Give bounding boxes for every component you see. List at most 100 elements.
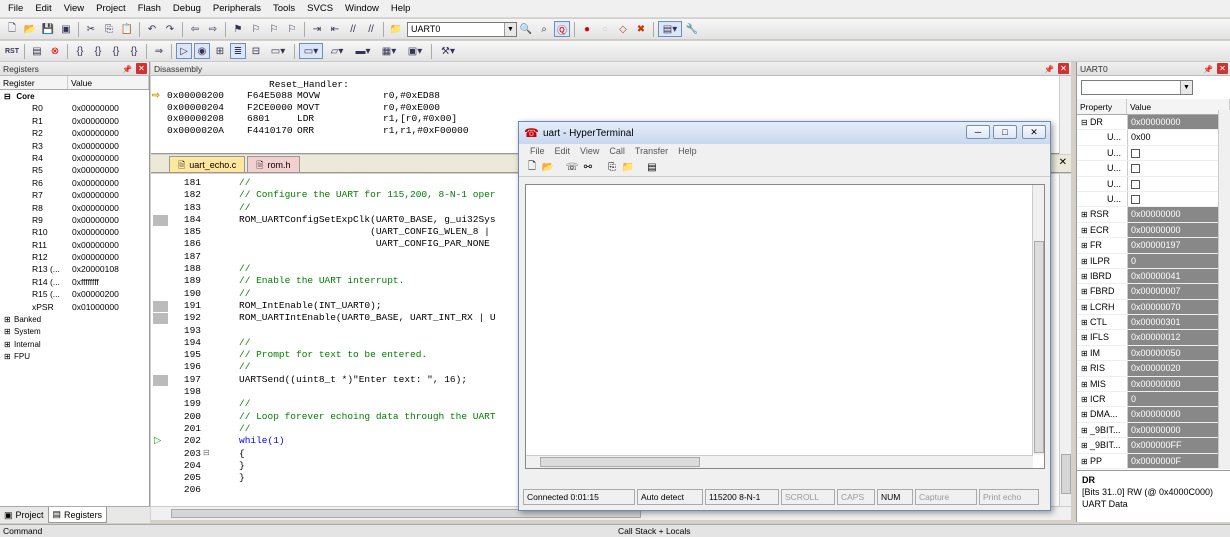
disable-breakpoint-icon[interactable]: ○ [597,21,613,37]
uart-register-value[interactable]: 0x00000070 [1127,299,1230,315]
bookmark-clear-icon[interactable]: ⚐ [284,21,300,37]
register-row[interactable]: R0 0x00000000 [0,102,149,114]
register-row[interactable]: R8 0x00000000 [0,202,149,214]
expand-icon[interactable]: ⊞ [1081,457,1090,466]
expand-icon[interactable]: ⊞ [1081,241,1090,250]
expand-icon[interactable]: ⊞ [1081,380,1090,389]
properties-icon[interactable]: ▤ [645,161,659,175]
toolbox-icon[interactable]: ⚒▾ [436,43,460,59]
expand-icon[interactable]: ⊞ [4,326,14,338]
call-stack-icon[interactable]: ⊟ [248,43,264,59]
pin-icon[interactable]: 📌 [1044,63,1054,77]
register-row[interactable]: R11 0x00000000 [0,239,149,251]
terminal-hscrollbar[interactable] [526,455,1033,468]
uart-register-value[interactable]: 0x00000050 [1127,345,1230,361]
uart-register-row[interactable]: ⊞ _9BIT... 0x000000FF [1077,438,1230,454]
uart-peripheral-combo[interactable]: ▼ [1081,80,1193,95]
debug-session-icon[interactable]: Ⓠ [554,21,570,37]
uart-register-value[interactable]: 0x00000301 [1127,315,1230,330]
editor-vscrollbar[interactable] [1059,174,1071,506]
uart-register-value[interactable]: 0x00000041 [1127,268,1230,284]
register-row[interactable]: R7 0x00000000 [0,189,149,201]
maximize-button[interactable]: □ [993,125,1017,139]
disassembly-line[interactable]: ⇨ 0x00000200 F64E5088 MOVW r0,#0xED88 [151,90,1071,101]
expand-icon[interactable]: ⊞ [4,351,14,363]
pin-icon[interactable]: 📌 [122,63,132,77]
register-row[interactable]: xPSR 0x01000000 [0,301,149,313]
expand-icon[interactable]: ⊞ [1081,364,1090,373]
menu-item-debug[interactable]: Debug [167,0,207,18]
expand-icon[interactable]: ⊞ [1081,287,1090,296]
bookmark-icon[interactable]: ⚑ [230,21,246,37]
breakpoint-marker[interactable] [153,214,168,226]
uart-register-value[interactable]: 0x00000000 [1127,407,1230,422]
undo-icon[interactable]: ↶ [144,21,160,37]
expand-icon[interactable]: ⊞ [1081,226,1090,235]
menu-item-file[interactable]: File [2,0,29,18]
uart-register-row[interactable]: U... 0x00 [1077,130,1230,146]
reset-icon[interactable]: RST [4,43,20,59]
tab-project[interactable]: ▣ Project [0,507,48,523]
uart-register-row[interactable]: ⊞ MIS 0x00000000 [1077,376,1230,393]
nav-forward-icon[interactable]: ⇨ [205,21,221,37]
register-row[interactable]: R10 0x00000000 [0,226,149,238]
bookmark-prev-icon[interactable]: ⚐ [248,21,264,37]
uart-register-row[interactable]: ⊞ FBRD 0x00000007 [1077,284,1230,300]
uart-register-row[interactable]: U... [1077,161,1230,177]
trace-windows-icon[interactable]: ▦▾ [377,43,401,59]
watch-windows-icon[interactable]: ▭▾ [266,43,290,59]
uart-register-row[interactable]: U... [1077,191,1230,208]
unindent-icon[interactable]: ⇤ [327,21,343,37]
checkbox[interactable] [1131,179,1140,189]
disassembly-scrollbar[interactable] [1059,76,1071,154]
register-row[interactable]: R3 0x00000000 [0,140,149,152]
uart-register-value[interactable]: 0x00000000 [1127,422,1230,438]
uart-register-value[interactable] [1127,161,1230,176]
menu-item-peripherals[interactable]: Peripherals [207,0,267,18]
close-icon[interactable]: ✕ [1058,63,1069,74]
fold-icon[interactable]: ⊟ [203,448,210,460]
tab-rom-h[interactable]: 🗎 rom.h [247,156,300,172]
breakpoint-marker[interactable] [153,300,168,312]
ht-menu-view[interactable]: View [575,144,604,159]
save-icon[interactable]: 💾 [40,21,56,37]
register-group[interactable]: ⊞ Internal [0,338,149,350]
uart-register-row[interactable]: ⊞ ILPR 0 [1077,253,1230,269]
tab-uart-echo[interactable]: 🗎 uart_echo.c [169,156,246,172]
disable-all-breakpoints-icon[interactable]: ◇ [615,21,631,37]
menu-item-svcs[interactable]: SVCS [301,0,339,18]
connect-icon[interactable]: ☏ [565,161,579,175]
terminal-vscrollbar[interactable] [1032,185,1044,455]
uart-register-row[interactable]: ⊞ RIS 0x00000020 [1077,361,1230,377]
register-row[interactable]: R9 0x00000000 [0,214,149,226]
register-row[interactable]: R1 0x00000000 [0,115,149,127]
register-row[interactable]: R13 (... 0x20000108 [0,263,149,275]
breakpoint-marker[interactable] [153,313,168,325]
register-row[interactable]: R4 0x00000000 [0,152,149,164]
pin-icon[interactable]: 📌 [1203,63,1213,77]
expand-icon[interactable]: ⊟ [1081,118,1090,127]
send-icon[interactable]: ⎘ [605,161,619,175]
uart-register-row[interactable]: U... [1077,176,1230,192]
show-next-statement-icon[interactable]: ⇒ [151,43,167,59]
window-layout-icon[interactable]: ▤▾ [658,21,682,37]
expand-icon[interactable]: ⊞ [1081,395,1090,404]
comment-icon[interactable]: // [345,21,361,37]
uart-register-value[interactable]: 0x00000000 [1127,207,1230,222]
uart-register-row[interactable]: ⊞ IM 0x00000050 [1077,345,1230,362]
uart-register-row[interactable]: U... [1077,145,1230,162]
close-icon[interactable]: ✕ [136,63,147,74]
cut-icon[interactable]: ✂ [83,21,99,37]
indent-icon[interactable]: ⇥ [309,21,325,37]
menu-item-tools[interactable]: Tools [267,0,301,18]
expand-icon[interactable]: ⊞ [1081,333,1090,342]
analysis-windows-icon[interactable]: ▬▾ [351,43,375,59]
uart-register-row[interactable]: ⊞ RSR 0x00000000 [1077,207,1230,223]
uart-register-row[interactable]: ⊞ LCRH 0x00000070 [1077,299,1230,316]
expand-icon[interactable]: ⊞ [1081,272,1090,281]
uart-register-row[interactable]: ⊞ CTL 0x00000301 [1077,315,1230,331]
register-row[interactable]: R5 0x00000000 [0,164,149,176]
ht-menu-edit[interactable]: Edit [550,144,576,159]
register-row[interactable]: R14 (... 0xffffffff [0,276,149,288]
uart-register-row[interactable]: ⊞ DMA... 0x00000000 [1077,407,1230,423]
